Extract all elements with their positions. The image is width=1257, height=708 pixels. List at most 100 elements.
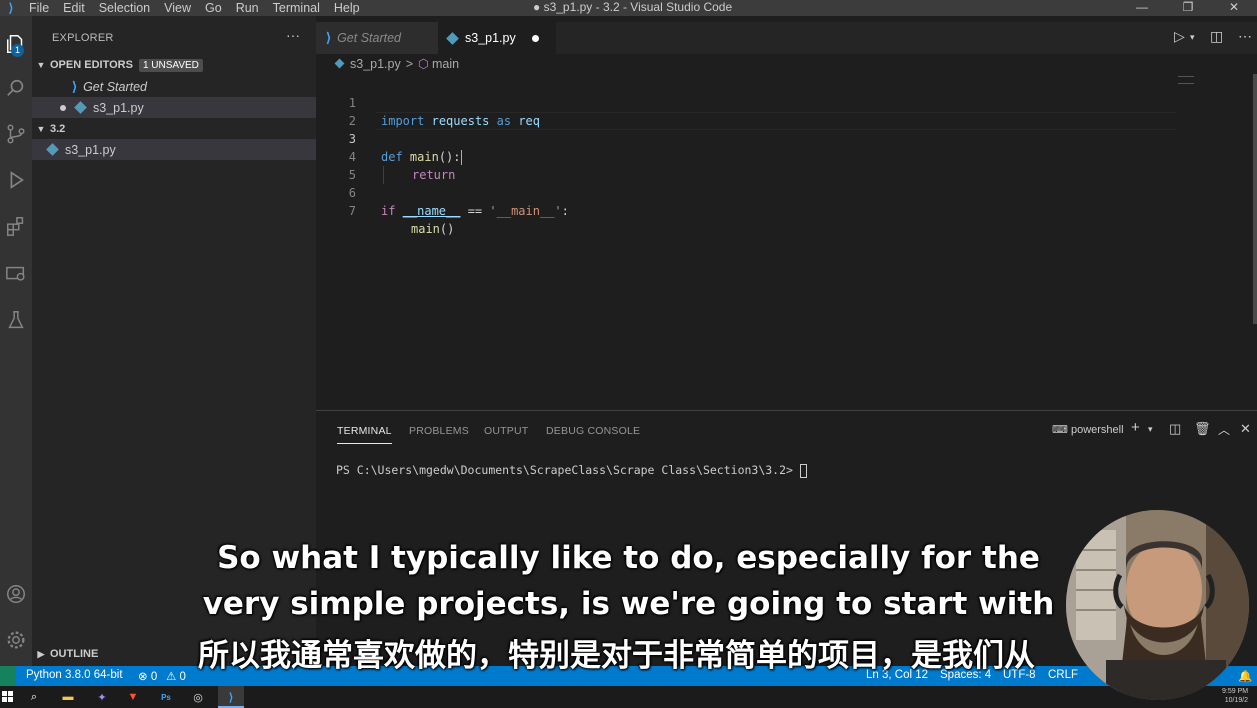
close-window-button[interactable]: ✕ [1211, 0, 1257, 16]
windows-start-icon[interactable] [0, 689, 16, 705]
code-line: 2 [316, 94, 1176, 128]
open-editor-label: s3_p1.py [93, 100, 144, 115]
explorer-badge: 1 [11, 44, 24, 57]
terminal-output[interactable]: PS C:\Users\mgedw\Documents\ScrapeClass\… [336, 463, 807, 478]
keyword: if [381, 204, 396, 218]
file-explorer-icon[interactable]: ▬ [60, 689, 76, 705]
brave-browser-icon[interactable]: ▼ [125, 689, 141, 705]
tab-output[interactable]: OUTPUT [484, 425, 528, 437]
function-call: main [411, 222, 440, 236]
clock-date: 10/19/2 [1224, 697, 1249, 704]
vscode-icon: ⟩ [326, 30, 332, 45]
chevron-down-icon[interactable]: ▾ [1148, 424, 1153, 435]
folder-section[interactable]: ▼ 3.2 [32, 119, 316, 139]
menu-selection[interactable]: Selection [92, 0, 157, 16]
terminal-cursor [799, 463, 807, 478]
app-icon[interactable]: ✦ [94, 689, 110, 705]
window-title: ● s3_p1.py - 3.2 - Visual Studio Code [533, 0, 733, 14]
clock[interactable]: 9:59 PM 10/19/2 [1222, 687, 1248, 705]
testing-icon[interactable] [0, 304, 32, 336]
code-editor[interactable]: 1 import requests as req 2 3 def main():… [316, 74, 1257, 410]
search-icon[interactable]: ⌕ [26, 689, 42, 705]
editor-scrollbar[interactable] [1253, 74, 1257, 324]
editor-tabs: ⟩ Get Started s3_p1.py ▷ ▾ ◫ ⋯ [316, 22, 1257, 54]
window-controls: — ❐ ✕ [1119, 0, 1257, 16]
menu-edit[interactable]: Edit [56, 0, 92, 16]
open-editor-s3-p1[interactable]: s3_p1.py [32, 97, 316, 118]
menu-file[interactable]: File [22, 0, 56, 16]
breadcrumb-separator: > [405, 56, 414, 71]
minimap[interactable] [1178, 76, 1194, 84]
vscode-taskbar-icon[interactable]: ⟩ [223, 689, 239, 705]
tab-label: s3_p1.py [465, 31, 516, 45]
string-literal: '__main__' [489, 204, 562, 218]
breadcrumb-symbol[interactable]: main [432, 57, 459, 71]
code-line: 4 return [316, 130, 1176, 184]
vscode-icon: ⟩ [72, 78, 78, 94]
chevron-down-icon: ▼ [36, 60, 46, 70]
chevron-down-icon: ▼ [36, 124, 46, 134]
os-taskbar: ⌕ ▬ ✦ ▼ Ps ◎ ⟩ 9:59 PM 10/19/2 [0, 686, 1257, 708]
run-debug-icon[interactable] [0, 164, 32, 196]
terminal-icon: ⌨ [1052, 424, 1068, 436]
tab-get-started[interactable]: ⟩ Get Started [316, 22, 438, 54]
extensions-icon[interactable] [0, 210, 32, 242]
unsaved-dot-icon [60, 104, 66, 111]
breadcrumb: s3_p1.py > ⬡ main [334, 56, 459, 71]
line-number: 7 [348, 204, 356, 218]
split-terminal-icon[interactable]: ◫ [1169, 421, 1181, 437]
menu-help[interactable]: Help [327, 0, 367, 16]
breadcrumb-file[interactable]: s3_p1.py [350, 57, 401, 71]
menu-bar: File Edit Selection View Go Run Terminal… [22, 0, 367, 16]
operator: == [460, 204, 490, 218]
restore-button[interactable]: ❐ [1165, 0, 1211, 16]
tab-s3-p1[interactable]: s3_p1.py [438, 22, 556, 54]
more-actions-icon[interactable]: ··· [286, 27, 300, 43]
split-editor-icon[interactable]: ◫ [1210, 28, 1223, 45]
subtitle-chinese-line: 所以我通常喜欢做的，特别是对于非常简单的项目，是我们从 [198, 638, 1035, 674]
terminal-shell-selector[interactable]: ⌨ powershell [1052, 423, 1124, 436]
code-line: 6 if __name__ == '__main__': [316, 166, 1176, 218]
punctuation: : [561, 204, 569, 218]
close-panel-icon[interactable]: ✕ [1240, 421, 1251, 437]
trash-icon[interactable]: 🗑 [1194, 421, 1211, 437]
tab-debug-console[interactable]: DEBUG CONSOLE [546, 425, 640, 437]
code-line: 7 main() [316, 184, 1176, 236]
source-control-icon[interactable] [0, 118, 32, 150]
python-file-icon [334, 58, 345, 69]
file-label: s3_p1.py [65, 142, 116, 157]
shell-name: powershell [1070, 424, 1124, 436]
file-s3-p1[interactable]: s3_p1.py [32, 139, 316, 160]
symbol-method-icon: ⬡ [418, 57, 429, 71]
tab-terminal[interactable]: TERMINAL [337, 425, 392, 444]
more-actions-icon[interactable]: ⋯ [1238, 28, 1252, 45]
explorer-header: EXPLORER [52, 32, 114, 44]
menu-go[interactable]: Go [198, 0, 229, 16]
chevron-down-icon[interactable]: ▾ [1190, 32, 1195, 43]
menu-terminal[interactable]: Terminal [266, 0, 327, 16]
maximize-panel-icon[interactable]: ︿ [1218, 421, 1230, 438]
code-line: 5 [316, 148, 1176, 182]
open-editors-section[interactable]: ▼ OPEN EDITORS 1 UNSAVED [32, 55, 316, 75]
folder-label: 3.2 [50, 123, 66, 135]
new-terminal-icon[interactable]: + [1131, 419, 1140, 436]
unsaved-badge: 1 UNSAVED [138, 58, 203, 72]
open-editor-label: Get Started [83, 79, 148, 94]
title-bar: ⟩ File Edit Selection View Go Run Termin… [0, 0, 1257, 16]
python-file-icon [74, 101, 87, 114]
minimize-button[interactable]: — [1119, 0, 1165, 16]
terminal-prompt: PS C:\Users\mgedw\Documents\ScrapeClass\… [336, 463, 800, 477]
menu-run[interactable]: Run [229, 0, 266, 16]
app-icon[interactable]: ◎ [190, 689, 206, 705]
run-file-icon[interactable]: ▷ [1174, 28, 1185, 45]
tab-problems[interactable]: PROBLEMS [409, 425, 469, 437]
unsaved-dot-icon[interactable] [531, 34, 539, 42]
dunder-name: __name__ [402, 204, 461, 218]
search-icon[interactable] [0, 72, 32, 104]
remote-explorer-icon[interactable] [0, 258, 32, 290]
code-line: 1 import requests as req [316, 76, 1176, 128]
python-file-icon [46, 143, 59, 156]
open-editor-get-started[interactable]: ⟩ Get Started [32, 76, 316, 97]
photoshop-icon[interactable]: Ps [158, 689, 174, 705]
menu-view[interactable]: View [157, 0, 198, 16]
